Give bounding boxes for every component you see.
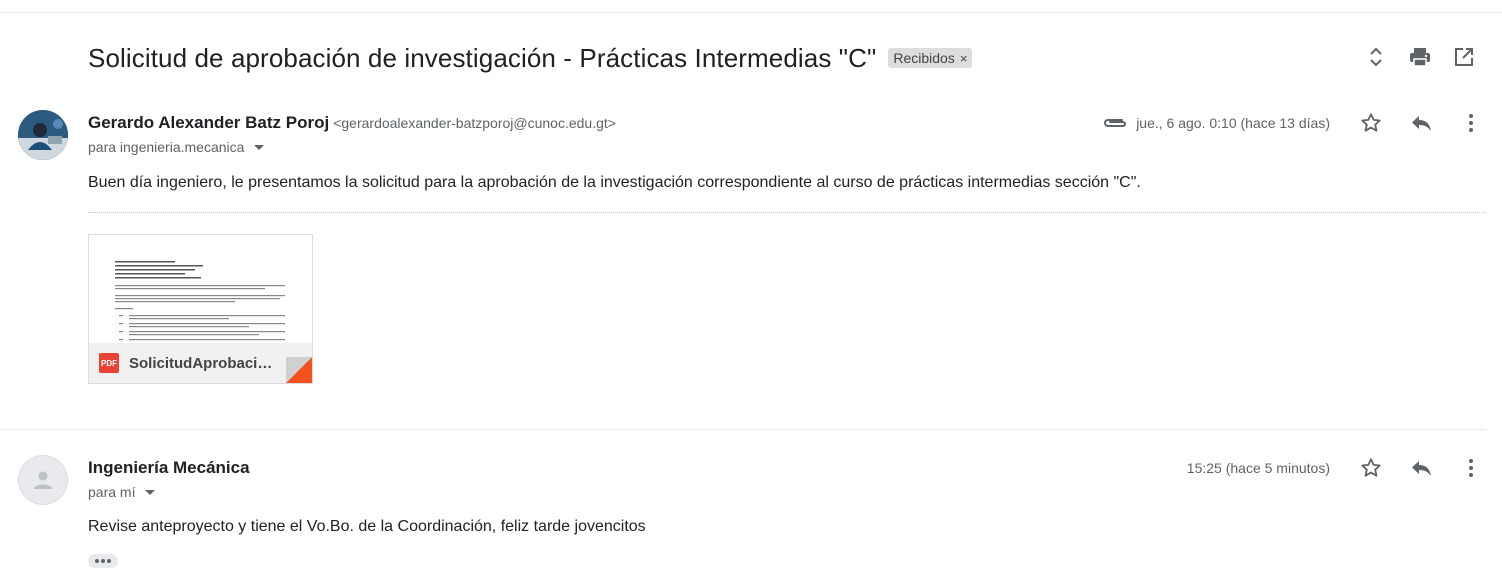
- star-button[interactable]: [1346, 110, 1396, 136]
- recipient-line[interactable]: para mí: [88, 484, 156, 500]
- reply-icon: [1412, 116, 1431, 131]
- sender-avatar-default[interactable]: [18, 455, 68, 505]
- chevron-down-icon[interactable]: [254, 144, 265, 150]
- attachment-divider: [88, 212, 1486, 213]
- email-subject: Solicitud de aprobación de investigación…: [88, 42, 877, 73]
- sender-line: Ingeniería Mecánica: [88, 458, 250, 478]
- sender-avatar[interactable]: [18, 110, 68, 160]
- label-chip-recibidos[interactable]: Recibidos ×: [888, 48, 973, 68]
- more-vert-icon: [1469, 459, 1473, 477]
- more-vert-icon: [1469, 114, 1473, 132]
- message-separator: [0, 429, 1486, 430]
- recipient-text: para mí: [88, 484, 136, 500]
- sender-line: Gerardo Alexander Batz Poroj <gerardoale…: [88, 113, 616, 133]
- more-options-button[interactable]: [1446, 455, 1496, 481]
- document-preview: [115, 261, 285, 341]
- message-date: jue., 6 ago. 0:10 (hace 13 días): [1136, 115, 1330, 131]
- star-icon: [1361, 458, 1381, 477]
- label-chip-text: Recibidos: [893, 50, 955, 66]
- print-button[interactable]: [1398, 44, 1442, 70]
- attachment-filename: SolicitudAprobació...: [129, 354, 274, 372]
- recipient-text: para ingenieria.mecanica: [88, 139, 245, 155]
- thread-actions: [1354, 44, 1486, 70]
- subject-row: Solicitud de aprobación de investigación…: [88, 40, 973, 76]
- open-in-new-icon: [1455, 48, 1473, 66]
- dot: [107, 559, 111, 563]
- reply-button[interactable]: [1396, 110, 1446, 136]
- sender-name[interactable]: Gerardo Alexander Batz Poroj: [88, 113, 329, 133]
- sender-email: <gerardoalexander-batzporoj@cunoc.edu.gt…: [333, 115, 616, 131]
- remove-label-icon[interactable]: ×: [960, 51, 968, 66]
- open-in-new-window-button[interactable]: [1442, 44, 1486, 70]
- reply-button[interactable]: [1396, 455, 1446, 481]
- sender-name[interactable]: Ingeniería Mecánica: [88, 458, 250, 478]
- message-meta: 15:25 (hace 5 minutos): [1187, 455, 1496, 481]
- folded-corner: [286, 357, 312, 383]
- expand-all-button[interactable]: [1354, 44, 1398, 70]
- reply-icon: [1412, 461, 1431, 476]
- star-button[interactable]: [1346, 455, 1396, 481]
- message-body: Revise anteproyecto y tiene el Vo.Bo. de…: [88, 518, 646, 535]
- top-divider: [0, 12, 1502, 13]
- message-date: 15:25 (hace 5 minutos): [1186, 460, 1330, 476]
- dot: [101, 559, 105, 563]
- star-icon: [1361, 113, 1381, 132]
- pdf-icon: PDF: [99, 353, 119, 373]
- dot: [95, 559, 99, 563]
- attachment-footer: PDF SolicitudAprobació...: [89, 343, 312, 383]
- more-options-button[interactable]: [1446, 110, 1496, 136]
- attachment-icon: [1102, 116, 1128, 130]
- attachment-thumbnail: [89, 235, 312, 343]
- attachment-card[interactable]: PDF SolicitudAprobació...: [88, 234, 313, 384]
- chevron-down-icon[interactable]: [145, 489, 156, 495]
- person-icon: [34, 471, 52, 489]
- print-icon: [1410, 48, 1430, 67]
- show-trimmed-content-button[interactable]: [88, 554, 118, 568]
- message-meta: jue., 6 ago. 0:10 (hace 13 días): [1102, 110, 1496, 136]
- message-body: Buen día ingeniero, le presentamos la so…: [88, 174, 1141, 191]
- recipient-line[interactable]: para ingenieria.mecanica: [88, 139, 265, 155]
- avatar-photo: [18, 110, 68, 160]
- unfold-icon: [1370, 47, 1382, 67]
